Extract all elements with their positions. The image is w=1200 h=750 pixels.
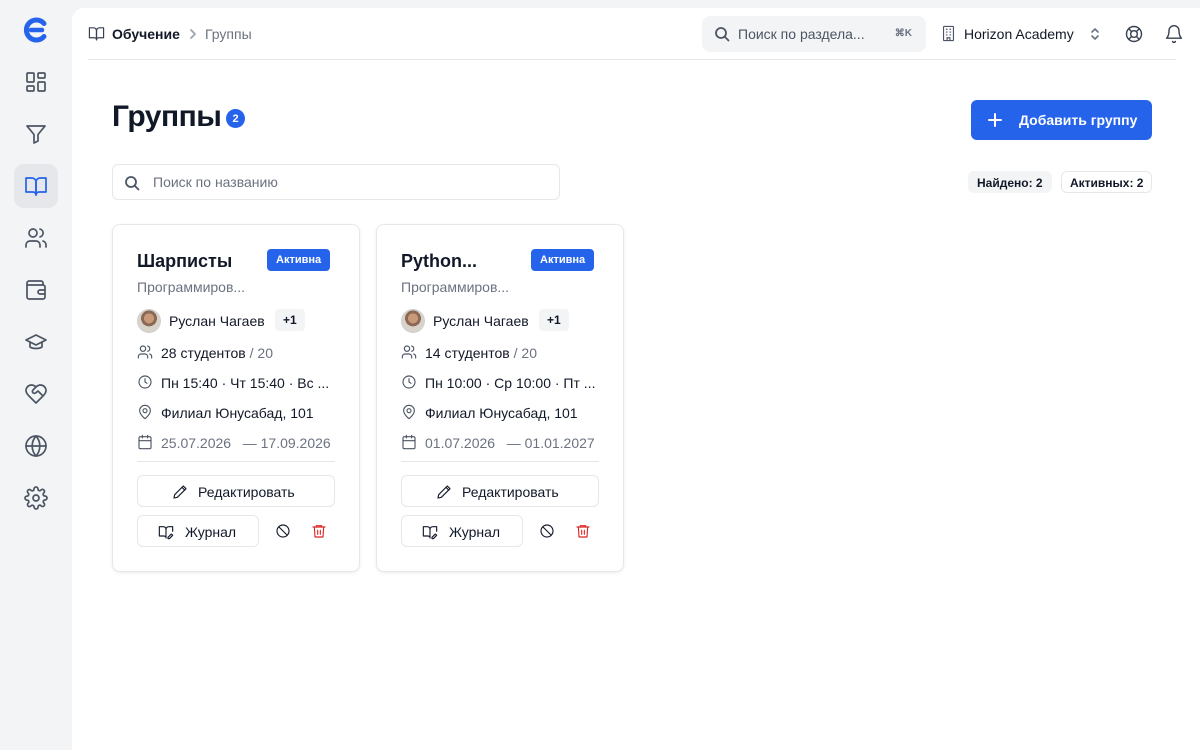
sidebar (0, 0, 72, 750)
students-value: 28 студентов (161, 345, 246, 361)
building-icon (940, 25, 957, 42)
capacity-value: / 20 (513, 345, 537, 361)
students-count: 28 студентов / 20 (161, 345, 273, 361)
divider (137, 461, 335, 462)
schedule: Пн 15:40 · Чт 15:40 · Вс ... (161, 375, 330, 391)
nav-care[interactable] (14, 372, 58, 416)
trash-icon[interactable] (575, 523, 591, 539)
archive-ban-icon[interactable] (275, 523, 291, 539)
book-icon (25, 177, 47, 196)
main-panel: Обучение Группы Поиск по раздела... ⌘K H… (72, 8, 1200, 750)
journal-label: Журнал (185, 524, 237, 540)
notebook-pen-icon (158, 524, 174, 540)
status-badge: Активна (531, 249, 595, 271)
edit-button[interactable]: Редактировать (137, 475, 335, 507)
nav-users[interactable] (14, 216, 58, 260)
nav-finance[interactable] (14, 268, 58, 312)
teacher-avatar (137, 309, 161, 333)
branch: Филиал Юнусабад, 101 (161, 405, 314, 421)
calendar-icon (401, 434, 417, 450)
schedule: Пн 10:00 · Ср 10:00 · Пт ... (425, 375, 596, 391)
teacher-name: Руслан Чагаев (433, 313, 529, 329)
users-icon (137, 344, 153, 360)
help-icon[interactable] (1124, 24, 1144, 44)
users-icon (401, 344, 417, 360)
journal-button[interactable]: Журнал (401, 515, 523, 547)
add-group-button[interactable]: Добавить группу (971, 100, 1152, 140)
clock-icon (401, 374, 417, 390)
trash-icon[interactable] (311, 523, 327, 539)
journal-label: Журнал (449, 524, 501, 540)
nav-education[interactable] (14, 164, 58, 208)
group-title[interactable]: Шарписты (137, 251, 232, 272)
edit-button[interactable]: Редактировать (401, 475, 599, 507)
pencil-icon (436, 484, 452, 500)
students-count: 14 студентов / 20 (425, 345, 537, 361)
branch: Филиал Юнусабад, 101 (425, 405, 578, 421)
group-course: Программиров... (137, 279, 246, 295)
book-icon (88, 25, 105, 42)
found-count-badge: Найдено: 2 (968, 171, 1052, 193)
edit-label: Редактировать (198, 484, 295, 500)
edit-label: Редактировать (462, 484, 559, 500)
search-icon (124, 175, 140, 191)
group-card[interactable]: Python... Активна Программиров... Руслан… (376, 224, 624, 572)
date-range: 25.07.2026 — 17.09.2026 (161, 435, 331, 451)
heart-handshake-icon (25, 384, 47, 404)
filter-icon (26, 125, 46, 144)
chevrons-up-down-icon[interactable] (1089, 26, 1101, 42)
breadcrumb-current: Группы (205, 26, 252, 42)
global-search-placeholder: Поиск по раздела... (738, 26, 865, 42)
map-pin-icon (401, 404, 417, 420)
globe-icon (25, 435, 47, 457)
clock-icon (137, 374, 153, 390)
top-header: Обучение Группы Поиск по раздела... ⌘K H… (88, 8, 1183, 60)
teacher-avatar (401, 309, 425, 333)
extra-teachers-badge[interactable]: +1 (275, 309, 305, 331)
group-search[interactable] (112, 164, 560, 200)
nav-dashboard[interactable] (14, 60, 58, 104)
extra-teachers-badge[interactable]: +1 (539, 309, 569, 331)
students-value: 14 студентов (425, 345, 510, 361)
group-search-input[interactable] (153, 173, 543, 191)
chevron-right-icon (187, 27, 199, 39)
organization-switcher[interactable]: Horizon Academy (964, 26, 1074, 42)
graduation-cap-icon (25, 334, 47, 350)
gear-icon (24, 486, 48, 510)
nav-settings[interactable] (14, 476, 58, 520)
plus-icon (987, 112, 1003, 128)
group-card[interactable]: Шарписты Активна Программиров... Руслан … (112, 224, 360, 572)
add-group-label: Добавить группу (1019, 112, 1138, 128)
active-count-badge: Активных: 2 (1061, 171, 1153, 193)
divider (401, 461, 599, 462)
journal-button[interactable]: Журнал (137, 515, 259, 547)
archive-ban-icon[interactable] (539, 523, 555, 539)
search-icon (714, 26, 730, 42)
status-badge: Активна (267, 249, 331, 271)
search-shortcut: ⌘K (894, 28, 912, 39)
nav-web[interactable] (14, 424, 58, 468)
page-title: Группы (112, 100, 222, 133)
date-range: 01.07.2026 — 01.01.2027 (425, 435, 595, 451)
wallet-icon (26, 280, 46, 300)
map-pin-icon (137, 404, 153, 420)
nav-funnel[interactable] (14, 112, 58, 156)
group-title[interactable]: Python... (401, 251, 477, 272)
notebook-pen-icon (422, 524, 438, 540)
nav-courses[interactable] (14, 320, 58, 364)
bell-icon[interactable] (1164, 24, 1184, 44)
group-course: Программиров... (401, 279, 510, 295)
global-search[interactable]: Поиск по раздела... ⌘K (702, 16, 926, 52)
teacher-name: Руслан Чагаев (169, 313, 265, 329)
breadcrumb-section[interactable]: Обучение (112, 26, 180, 42)
users-icon (25, 228, 47, 248)
group-count-badge: 2 (226, 109, 245, 128)
app-logo[interactable] (22, 16, 50, 44)
grid-icon (26, 72, 46, 92)
capacity-value: / 20 (249, 345, 273, 361)
calendar-icon (137, 434, 153, 450)
pencil-icon (172, 484, 188, 500)
